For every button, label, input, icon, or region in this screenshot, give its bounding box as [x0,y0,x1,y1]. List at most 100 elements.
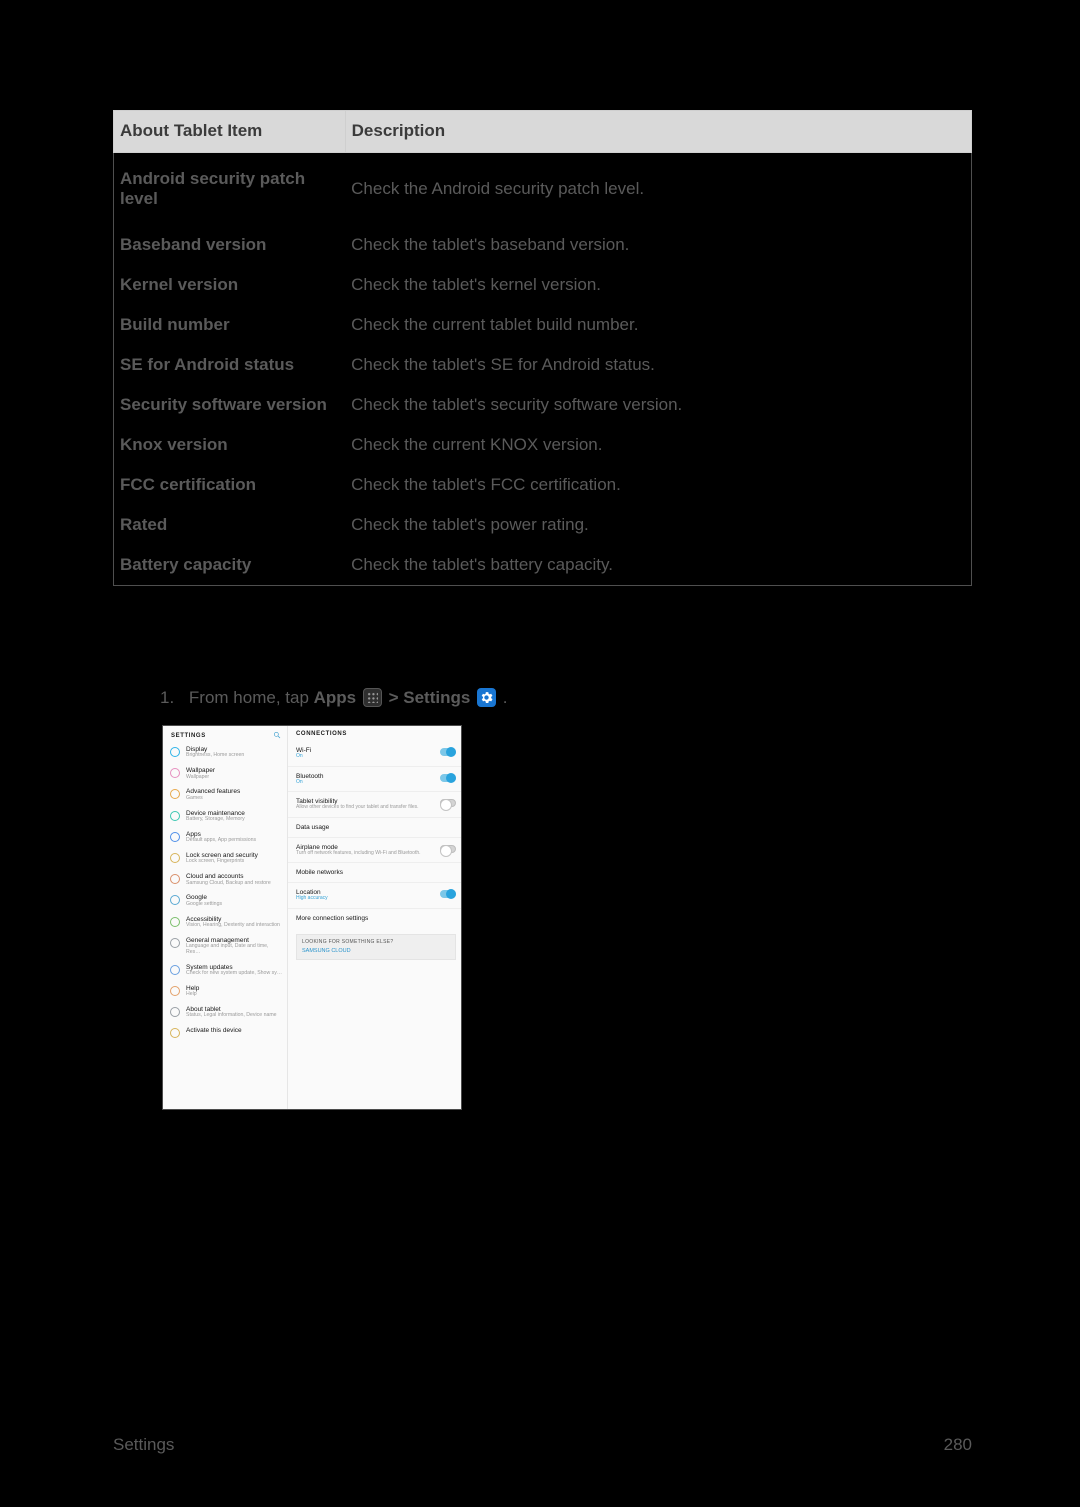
table-row: RatedCheck the tablet's power rating. [114,505,972,545]
sidebar-item[interactable]: Lock screen and securityLock screen, Fin… [163,848,287,869]
row-desc: Check the tablet's battery capacity. [345,545,971,586]
panel-row-sub: Allow other devices to find your tablet … [296,805,419,811]
panel-row-sub: On [296,754,311,760]
table-row: Kernel versionCheck the tablet's kernel … [114,265,972,305]
about-tablet-table: About Tablet Item Description Android se… [113,110,972,586]
sidebar-item-icon [170,1028,180,1038]
sidebar-item[interactable]: General managementLanguage and input, Da… [163,933,287,960]
sidebar-item-icon [170,853,180,863]
settings-panel: CONNECTIONS Wi-FiOnBluetoothOnTablet vis… [288,726,461,1109]
row-desc: Check the tablet's FCC certification. [345,465,971,505]
panel-row[interactable]: LocationHigh accuracy [288,882,461,908]
row-desc: Check the tablet's baseband version. [345,225,971,265]
sidebar-item-sub: Google settings [186,902,222,908]
panel-row-sub: High accuracy [296,896,328,902]
sidebar-item[interactable]: Device maintenanceBattery, Storage, Memo… [163,806,287,827]
sidebar-item[interactable]: AccessibilityVision, Hearing, Dexterity … [163,912,287,933]
sidebar-item[interactable]: System updatesCheck for new system updat… [163,960,287,981]
toggle-switch[interactable] [440,845,456,853]
table-row: Battery capacityCheck the tablet's batte… [114,545,972,586]
sidebar-item-icon [170,747,180,757]
step-number: 1. [160,688,174,707]
looking-for-link[interactable]: SAMSUNG CLOUD [302,948,450,954]
row-item: Build number [114,305,346,345]
sidebar-item-sub: Help [186,992,199,998]
sidebar-item[interactable]: Advanced featuresGames [163,784,287,805]
sidebar-item[interactable]: Activate this device [163,1023,287,1042]
row-item: Kernel version [114,265,346,305]
sidebar-item-sub: Samsung Cloud, Backup and restore [186,881,271,887]
panel-row[interactable]: Mobile networks [288,862,461,882]
page-footer: Settings 280 [113,1435,972,1455]
row-item: Rated [114,505,346,545]
panel-row-sub: On [296,780,323,786]
sidebar-item-icon [170,1007,180,1017]
sidebar-title: SETTINGS [171,733,206,739]
row-desc: Check the tablet's kernel version. [345,265,971,305]
table-row: Security software versionCheck the table… [114,385,972,425]
row-item: FCC certification [114,465,346,505]
table-row: Build numberCheck the current tablet bui… [114,305,972,345]
row-item: Knox version [114,425,346,465]
panel-row[interactable]: Wi-FiOn [288,741,461,766]
sidebar-item[interactable]: About tabletStatus, Legal information, D… [163,1002,287,1023]
panel-row-sub: Turn off network features, including Wi-… [296,851,421,857]
step-text-prefix: From home, tap [179,688,314,707]
toggle-switch[interactable] [440,890,456,898]
separator: > [389,688,404,707]
sidebar-item-icon [170,986,180,996]
sidebar-item[interactable]: HelpHelp [163,981,287,1002]
looking-for-heading: LOOKING FOR SOMETHING ELSE? [302,939,450,945]
panel-title: CONNECTIONS [288,726,461,741]
sidebar-item-icon [170,768,180,778]
panel-row-label: Data usage [296,824,329,831]
sidebar-item-sub: Language and input, Date and time, Res… [186,944,284,955]
gear-icon [477,688,496,707]
sidebar-item-icon [170,811,180,821]
panel-row[interactable]: Airplane modeTurn off network features, … [288,837,461,863]
instruction-step: 1. From home, tap Apps > Settings . [160,688,1080,708]
footer-page-number: 280 [944,1435,972,1455]
panel-row[interactable]: More connection settings [288,908,461,928]
row-desc: Check the Android security patch level. [345,153,971,226]
sidebar-item-sub: Wallpaper [186,775,215,781]
sidebar-item-sub: Lock screen, Fingerprints [186,859,258,865]
sidebar-item[interactable]: WallpaperWallpaper [163,763,287,784]
col-header-desc: Description [345,111,971,153]
row-desc: Check the current KNOX version. [345,425,971,465]
row-item: Battery capacity [114,545,346,586]
sidebar-item-icon [170,874,180,884]
sidebar-item-sub: Battery, Storage, Memory [186,817,245,823]
sidebar-item[interactable]: DisplayBrightness, Home screen [163,745,287,763]
sidebar-item-sub: Check for new system update, Show sy… [186,971,282,977]
panel-row[interactable]: Tablet visibilityAllow other devices to … [288,791,461,817]
panel-row[interactable]: BluetoothOn [288,766,461,792]
search-icon[interactable] [273,731,281,741]
sidebar-item[interactable]: GoogleGoogle settings [163,890,287,911]
panel-row-label: More connection settings [296,915,368,922]
sidebar-item[interactable]: AppsDefault apps, App permissions [163,827,287,848]
row-desc: Check the current tablet build number. [345,305,971,345]
settings-screenshot: SETTINGS DisplayBrightness, Home screenW… [162,725,462,1110]
toggle-switch[interactable] [440,774,456,782]
sidebar-item-icon [170,895,180,905]
sidebar-item-sub: Status, Legal information, Device name [186,1013,277,1019]
sidebar-item-sub: Default apps, App permissions [186,838,256,844]
toggle-switch[interactable] [440,799,456,807]
panel-row[interactable]: Data usage [288,817,461,837]
row-item: SE for Android status [114,345,346,385]
step-period: . [503,688,508,707]
table-row: Android security patch levelCheck the An… [114,153,972,226]
row-item: Android security patch level [114,153,346,226]
sidebar-item-icon [170,965,180,975]
apps-icon [363,688,382,707]
toggle-switch[interactable] [440,748,456,756]
sidebar-item[interactable]: Cloud and accountsSamsung Cloud, Backup … [163,869,287,890]
sidebar-item-icon [170,832,180,842]
settings-label: Settings [403,688,470,707]
sidebar-item-sub: Brightness, Home screen [186,753,244,759]
row-desc: Check the tablet's SE for Android status… [345,345,971,385]
footer-section: Settings [113,1435,174,1455]
apps-label: Apps [314,688,357,707]
looking-for-box: LOOKING FOR SOMETHING ELSE? SAMSUNG CLOU… [296,934,456,960]
